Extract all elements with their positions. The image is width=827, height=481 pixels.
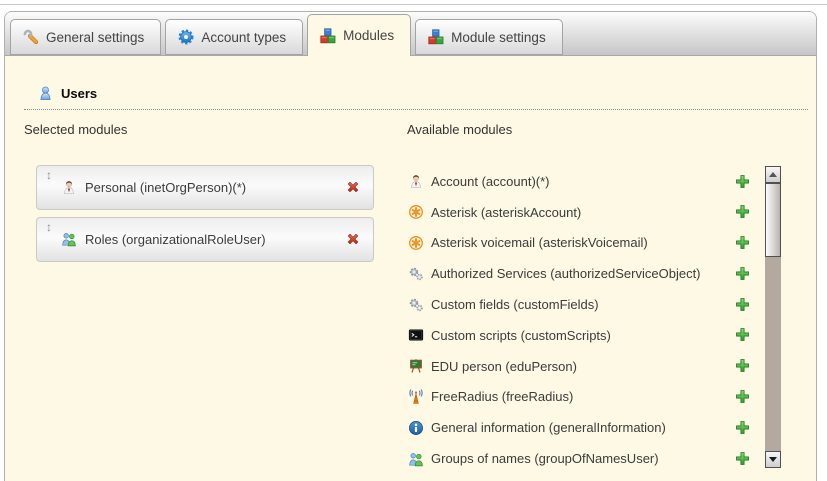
plus-icon (735, 174, 750, 189)
plus-icon (735, 266, 750, 281)
group-icon (61, 231, 77, 247)
wrench-icon (23, 29, 39, 45)
user-icon (38, 86, 53, 101)
add-module-button[interactable] (735, 297, 750, 312)
scroll-down-button[interactable] (765, 451, 781, 468)
available-module-label: Authorized Services (authorizedServiceOb… (431, 266, 701, 281)
modules-icon (320, 28, 336, 44)
available-module-row: FreeRadius (freeRadius) (408, 382, 757, 413)
asterisk-icon (408, 204, 424, 220)
available-module-row: Custom scripts (customScripts) (408, 320, 757, 351)
tab-list: General settings Account types Modules M… (5, 12, 816, 55)
gears-icon (408, 266, 424, 282)
person-icon (61, 179, 77, 195)
scrollbar-thumb[interactable] (765, 183, 781, 257)
selected-module-item[interactable]: ↕ Roles (organizationalRoleUser) (36, 217, 374, 262)
tab-account-types[interactable]: Account types (165, 19, 303, 55)
plus-icon (735, 297, 750, 312)
tab-module-settings[interactable]: Module settings (415, 19, 563, 55)
available-module-row: Asterisk (asteriskAccount) (408, 197, 757, 228)
plus-icon (735, 235, 750, 250)
available-modules-heading: Available modules (407, 122, 512, 137)
antenna-icon (408, 389, 424, 405)
available-module-label: EDU person (eduPerson) (431, 359, 577, 374)
move-handle-icon[interactable]: ↕ (46, 221, 52, 233)
add-module-button[interactable] (735, 204, 750, 219)
person-icon (408, 173, 424, 189)
add-module-button[interactable] (735, 420, 750, 435)
plus-icon (735, 358, 750, 373)
remove-module-button[interactable] (345, 179, 361, 195)
selected-module-label: Personal (inetOrgPerson)(*) (85, 166, 246, 209)
add-module-button[interactable] (735, 358, 750, 373)
available-module-row: Groups of names (groupOfNamesUser) (408, 443, 757, 474)
delete-icon (345, 179, 361, 195)
available-module-row: EDU person (eduPerson) (408, 351, 757, 382)
group-icon (408, 451, 424, 467)
section-header: Users (38, 86, 97, 101)
add-module-button[interactable] (735, 266, 750, 281)
delete-icon (345, 231, 361, 247)
available-module-label: Custom scripts (customScripts) (431, 328, 611, 343)
add-module-button[interactable] (735, 235, 750, 250)
available-module-label: Account (account)(*) (431, 174, 550, 189)
tab-general-settings[interactable]: General settings (10, 19, 161, 55)
available-module-row: Asterisk voicemail (asteriskVoicemail) (408, 228, 757, 259)
selected-modules-heading: Selected modules (24, 122, 127, 137)
available-modules-scrollbar[interactable] (765, 166, 781, 468)
selected-modules-list: ↕ Personal (inetOrgPerson)(*) ↕ Roles (o… (36, 165, 374, 262)
available-module-label: Groups of names (groupOfNamesUser) (431, 451, 659, 466)
available-module-label: Asterisk (asteriskAccount) (431, 205, 581, 220)
selected-module-item[interactable]: ↕ Personal (inetOrgPerson)(*) (36, 165, 374, 210)
available-module-row: Authorized Services (authorizedServiceOb… (408, 258, 757, 289)
available-module-row: General information (generalInformation) (408, 412, 757, 443)
plus-icon (735, 327, 750, 342)
available-module-label: FreeRadius (freeRadius) (431, 389, 573, 404)
plus-icon (735, 451, 750, 466)
available-module-row: Account (account)(*) (408, 166, 757, 197)
gears-icon (408, 297, 424, 313)
plus-icon (735, 389, 750, 404)
add-module-button[interactable] (735, 389, 750, 404)
tab-modules[interactable]: Modules (307, 14, 411, 56)
remove-module-button[interactable] (345, 231, 361, 247)
available-module-label: General information (generalInformation) (431, 420, 666, 435)
info-icon (408, 420, 424, 436)
terminal-icon (408, 327, 424, 343)
triangle-up-icon (769, 172, 777, 177)
add-module-button[interactable] (735, 174, 750, 189)
board-icon (408, 358, 424, 374)
modules-icon (428, 29, 444, 45)
gear-icon (178, 29, 194, 45)
selected-module-label: Roles (organizationalRoleUser) (85, 218, 266, 261)
asterisk-icon (408, 235, 424, 251)
available-modules-list: Account (account)(*) Asterisk (asteriskA… (408, 166, 757, 474)
available-module-label: Custom fields (customFields) (431, 297, 599, 312)
plus-icon (735, 204, 750, 219)
plus-icon (735, 420, 750, 435)
add-module-button[interactable] (735, 327, 750, 342)
available-module-label: Asterisk voicemail (asteriskVoicemail) (431, 235, 648, 250)
triangle-down-icon (769, 457, 777, 462)
move-handle-icon[interactable]: ↕ (46, 169, 52, 181)
add-module-button[interactable] (735, 451, 750, 466)
section-divider (24, 109, 808, 110)
available-module-row: Custom fields (customFields) (408, 289, 757, 320)
configuration-panel: General settings Account types Modules M… (4, 11, 817, 481)
tab-bar: General settings Account types Modules M… (5, 12, 816, 56)
scroll-up-button[interactable] (765, 166, 781, 183)
section-title: Users (61, 86, 97, 101)
top-divider (0, 4, 827, 5)
